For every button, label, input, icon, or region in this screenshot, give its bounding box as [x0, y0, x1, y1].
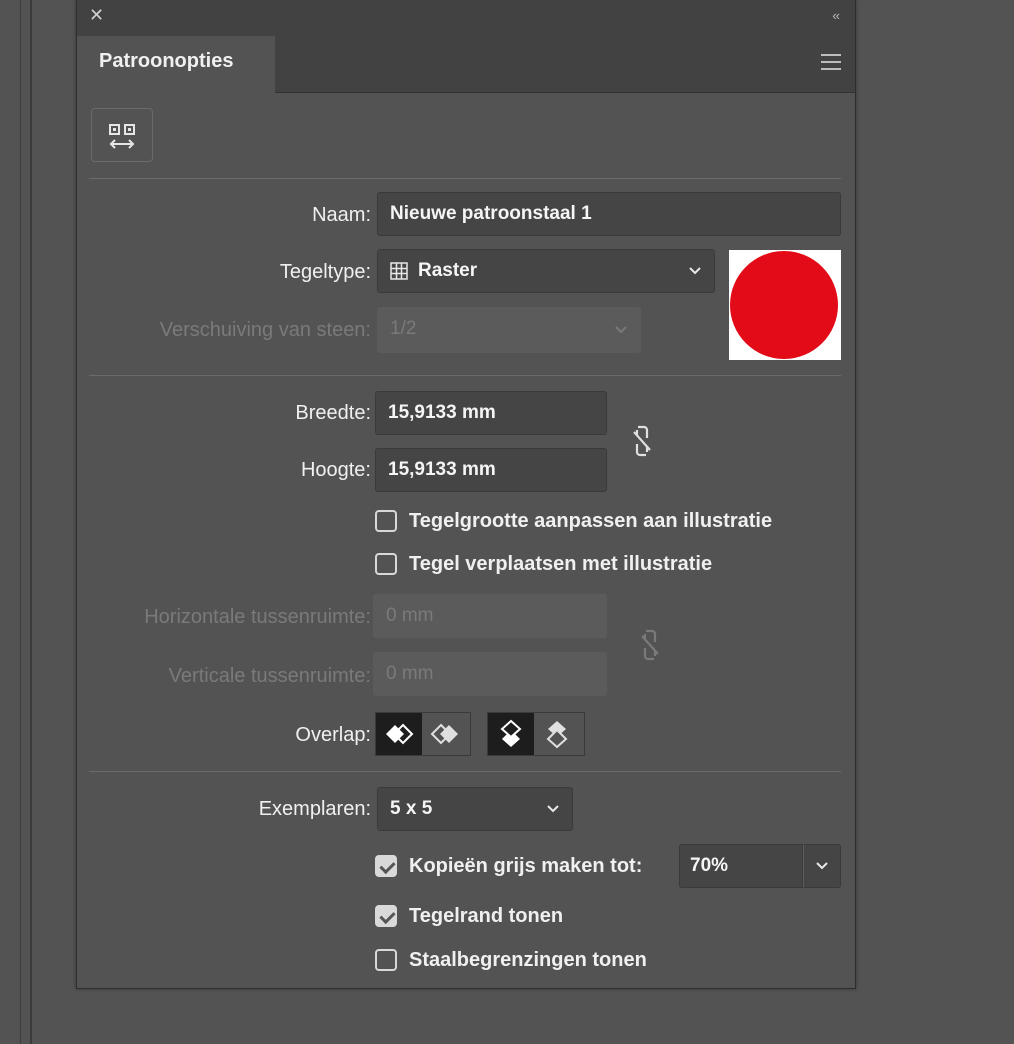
top-in-front-icon — [500, 719, 522, 747]
name-label: Naam: — [312, 204, 371, 226]
h-spacing-label: Horizontale tussenruimte: — [144, 606, 371, 628]
left-in-front-icon — [386, 723, 414, 745]
width-value: 15,9133 mm — [388, 402, 496, 423]
overlap-label: Overlap: — [295, 724, 371, 746]
dim-percentage-field[interactable]: 70% — [679, 844, 803, 888]
dim-percentage-combo: 70% — [679, 844, 841, 888]
dim-percentage-dropdown-button[interactable] — [803, 844, 841, 888]
panel-tab-row: Patroonopties — [77, 36, 855, 93]
fit-tile-checkbox[interactable] — [375, 510, 397, 532]
show-swatch-bounds-checkbox-row[interactable]: Staalbegrenzingen tonen — [375, 946, 647, 974]
tiletype-value: Raster — [418, 260, 478, 281]
h-spacing-value: 0 mm — [386, 605, 434, 626]
pattern-options-panel: ✕ ‹‹ Patroonopties Naam: Nieuwe patroons… — [76, 0, 856, 989]
right-in-front-icon — [430, 723, 458, 745]
show-tile-edge-label: Tegelrand tonen — [409, 904, 564, 927]
tiletype-label: Tegeltype: — [279, 261, 371, 283]
dim-copies-label: Kopieën grijs maken tot: — [409, 854, 643, 877]
v-spacing-value: 0 mm — [386, 663, 434, 684]
grid-icon — [390, 262, 408, 280]
tab-pattern-options[interactable]: Patroonopties — [77, 36, 275, 93]
v-spacing-field[interactable]: 0 mm — [373, 652, 607, 696]
dim-percentage-value: 70% — [690, 855, 729, 876]
h-spacing-field[interactable]: 0 mm — [373, 594, 607, 638]
height-label: Hoogte: — [300, 459, 371, 481]
show-tile-edge-checkbox[interactable] — [375, 905, 397, 927]
panel-menu-icon[interactable] — [821, 54, 841, 70]
v-spacing-label: Verticale tussenruimte: — [168, 665, 371, 687]
section-divider — [89, 375, 841, 376]
collapse-icon[interactable]: ‹‹ — [832, 8, 840, 23]
section-divider — [89, 771, 841, 772]
chevron-down-icon — [614, 308, 628, 369]
fit-tile-checkbox-row[interactable]: Tegelgrootte aanpassen aan illustratie — [375, 507, 772, 535]
height-field[interactable]: 15,9133 mm — [375, 448, 607, 492]
horizontal-overlap-group — [375, 712, 471, 756]
show-swatch-bounds-label: Staalbegrenzingen tonen — [409, 948, 647, 971]
name-field[interactable]: Nieuwe patroonstaal 1 — [377, 192, 841, 236]
copies-dropdown[interactable]: 5 x 5 — [377, 787, 573, 831]
move-tile-checkbox[interactable] — [375, 553, 397, 575]
chevron-down-icon — [816, 862, 828, 870]
width-label: Breedte: — [295, 402, 371, 424]
dim-copies-checkbox[interactable] — [375, 855, 397, 877]
brick-offset-label: Verschuiving van steen: — [159, 319, 371, 341]
brick-offset-value: 1/2 — [390, 318, 417, 339]
show-tile-edge-checkbox-row[interactable]: Tegelrand tonen — [375, 902, 563, 930]
copies-label: Exemplaren: — [258, 798, 371, 820]
move-tile-label: Tegel verplaatsen met illustratie — [409, 552, 713, 575]
left-in-front-button[interactable] — [376, 713, 422, 755]
close-icon[interactable]: ✕ — [89, 6, 104, 24]
name-value: Nieuwe patroonstaal 1 — [390, 203, 592, 224]
right-in-front-button[interactable] — [422, 713, 468, 755]
section-divider — [89, 178, 841, 179]
app-left-edge — [0, 0, 21, 1044]
panel-titlebar: ✕ ‹‹ — [77, 0, 855, 36]
pattern-swatch-preview — [729, 250, 841, 360]
dim-copies-checkbox-row[interactable]: Kopieën grijs maken tot: — [375, 852, 642, 880]
swatch-red-circle — [730, 251, 838, 359]
copies-value: 5 x 5 — [390, 798, 433, 819]
bottom-in-front-icon — [546, 721, 568, 749]
tiletype-dropdown[interactable]: Raster — [377, 249, 715, 293]
pattern-tile-tool-icon — [109, 124, 135, 149]
brick-offset-dropdown[interactable]: 1/2 — [377, 307, 641, 353]
vertical-overlap-group — [487, 712, 585, 756]
unlinked-chain-icon[interactable] — [639, 628, 661, 662]
show-swatch-bounds-checkbox[interactable] — [375, 949, 397, 971]
move-tile-checkbox-row[interactable]: Tegel verplaatsen met illustratie — [375, 550, 712, 578]
height-value: 15,9133 mm — [388, 459, 496, 480]
top-in-front-button[interactable] — [488, 713, 534, 755]
pattern-tile-tool-button[interactable] — [91, 108, 153, 162]
chevron-down-icon — [546, 788, 560, 847]
chevron-down-icon — [688, 250, 702, 309]
unlinked-chain-icon[interactable] — [631, 424, 653, 458]
fit-tile-label: Tegelgrootte aanpassen aan illustratie — [409, 509, 773, 532]
bottom-in-front-button[interactable] — [534, 713, 580, 755]
app-left-rail — [30, 0, 32, 1044]
width-field[interactable]: 15,9133 mm — [375, 391, 607, 435]
